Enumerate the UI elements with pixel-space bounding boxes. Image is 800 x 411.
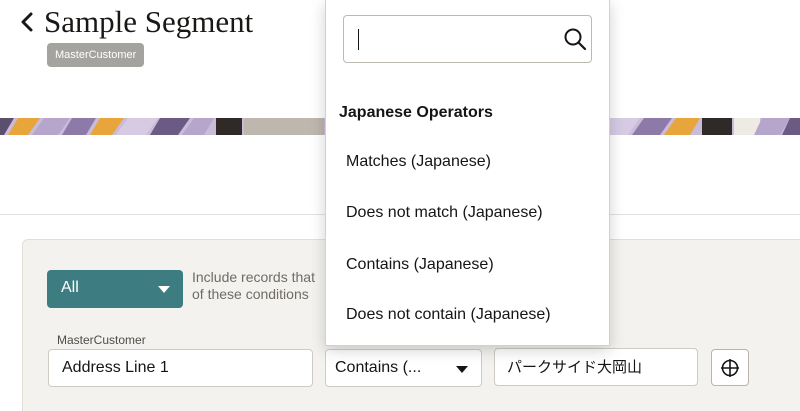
operator-option-matches[interactable]: Matches (Japanese): [326, 140, 609, 184]
operator-search-input[interactable]: [354, 24, 554, 54]
attribute-field-label: MasterCustomer: [57, 333, 146, 347]
text-cursor: [358, 29, 359, 50]
object-badge: MasterCustomer: [47, 43, 145, 67]
match-hint: Include records that of these conditions: [192, 269, 332, 303]
page-title: Sample Segment: [44, 4, 254, 39]
operator-option-does-not-match[interactable]: Does not match (Japanese): [326, 191, 609, 235]
operator-select[interactable]: Contains (...: [325, 349, 482, 387]
operator-option-does-not-contain[interactable]: Does not contain (Japanese): [326, 293, 609, 337]
operator-dropdown: Japanese Operators Matches (Japanese) Do…: [325, 0, 610, 346]
attribute-field[interactable]: Address Line 1: [48, 349, 313, 387]
caret-down-icon: [158, 286, 170, 293]
crosshair-icon: [721, 359, 739, 377]
operator-option-contains[interactable]: Contains (Japanese): [326, 243, 609, 287]
back-chevron-icon[interactable]: [18, 10, 38, 34]
match-hint-line2: of these conditions: [192, 286, 309, 302]
match-mode-select[interactable]: All: [47, 270, 183, 308]
operator-search-box[interactable]: [343, 15, 592, 63]
match-mode-value: All: [61, 279, 79, 296]
match-hint-line1: Include records that: [192, 269, 315, 285]
caret-down-icon: [456, 366, 468, 373]
value-input[interactable]: パークサイド大岡山: [494, 348, 698, 386]
operator-group-header: Japanese Operators: [339, 104, 493, 121]
search-icon[interactable]: [563, 27, 587, 51]
operator-value: Contains (...: [335, 359, 422, 376]
value-picker-button[interactable]: [711, 349, 749, 386]
